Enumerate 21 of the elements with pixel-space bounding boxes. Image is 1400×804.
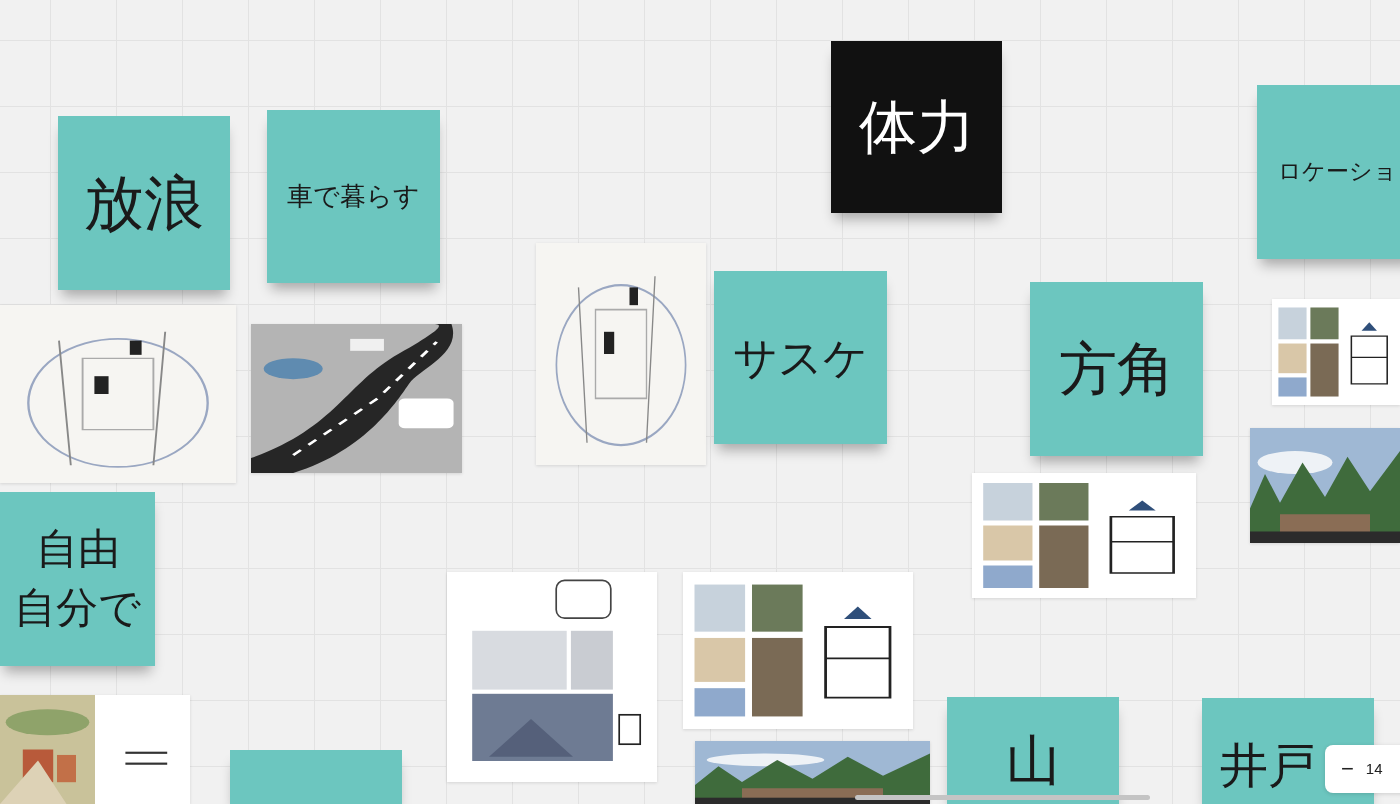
note-text: 方角 [1058,333,1175,405]
note-text: 自由 [35,523,120,576]
note-text: サスケ [733,330,868,385]
zoom-out-button[interactable]: − [1341,758,1354,780]
sticky-note[interactable]: 山 [947,697,1119,804]
note-text: 車で暮らす [287,179,420,213]
note-text: ロケーショ [1277,157,1397,187]
sticky-note[interactable]: サスケ [714,271,887,444]
note-text: 体力 [858,91,975,163]
sticky-note[interactable]: 自由 自分で [0,492,155,666]
note-text: 自分で [14,582,141,634]
sticky-note[interactable]: 体力 [831,41,1002,213]
scroll-bar[interactable] [855,795,1150,800]
sticky-note[interactable]: 車で暮らす [267,110,440,283]
note-text: 井戸 [1220,736,1316,796]
note-text: 放浪 [84,166,204,240]
note-text: 山 [1006,728,1060,795]
sticky-note[interactable]: 方角 [1030,282,1203,456]
sticky-note[interactable] [230,750,402,804]
sticky-note[interactable]: ロケーショ [1257,85,1400,259]
sticky-note[interactable]: 放浪 [58,116,230,290]
